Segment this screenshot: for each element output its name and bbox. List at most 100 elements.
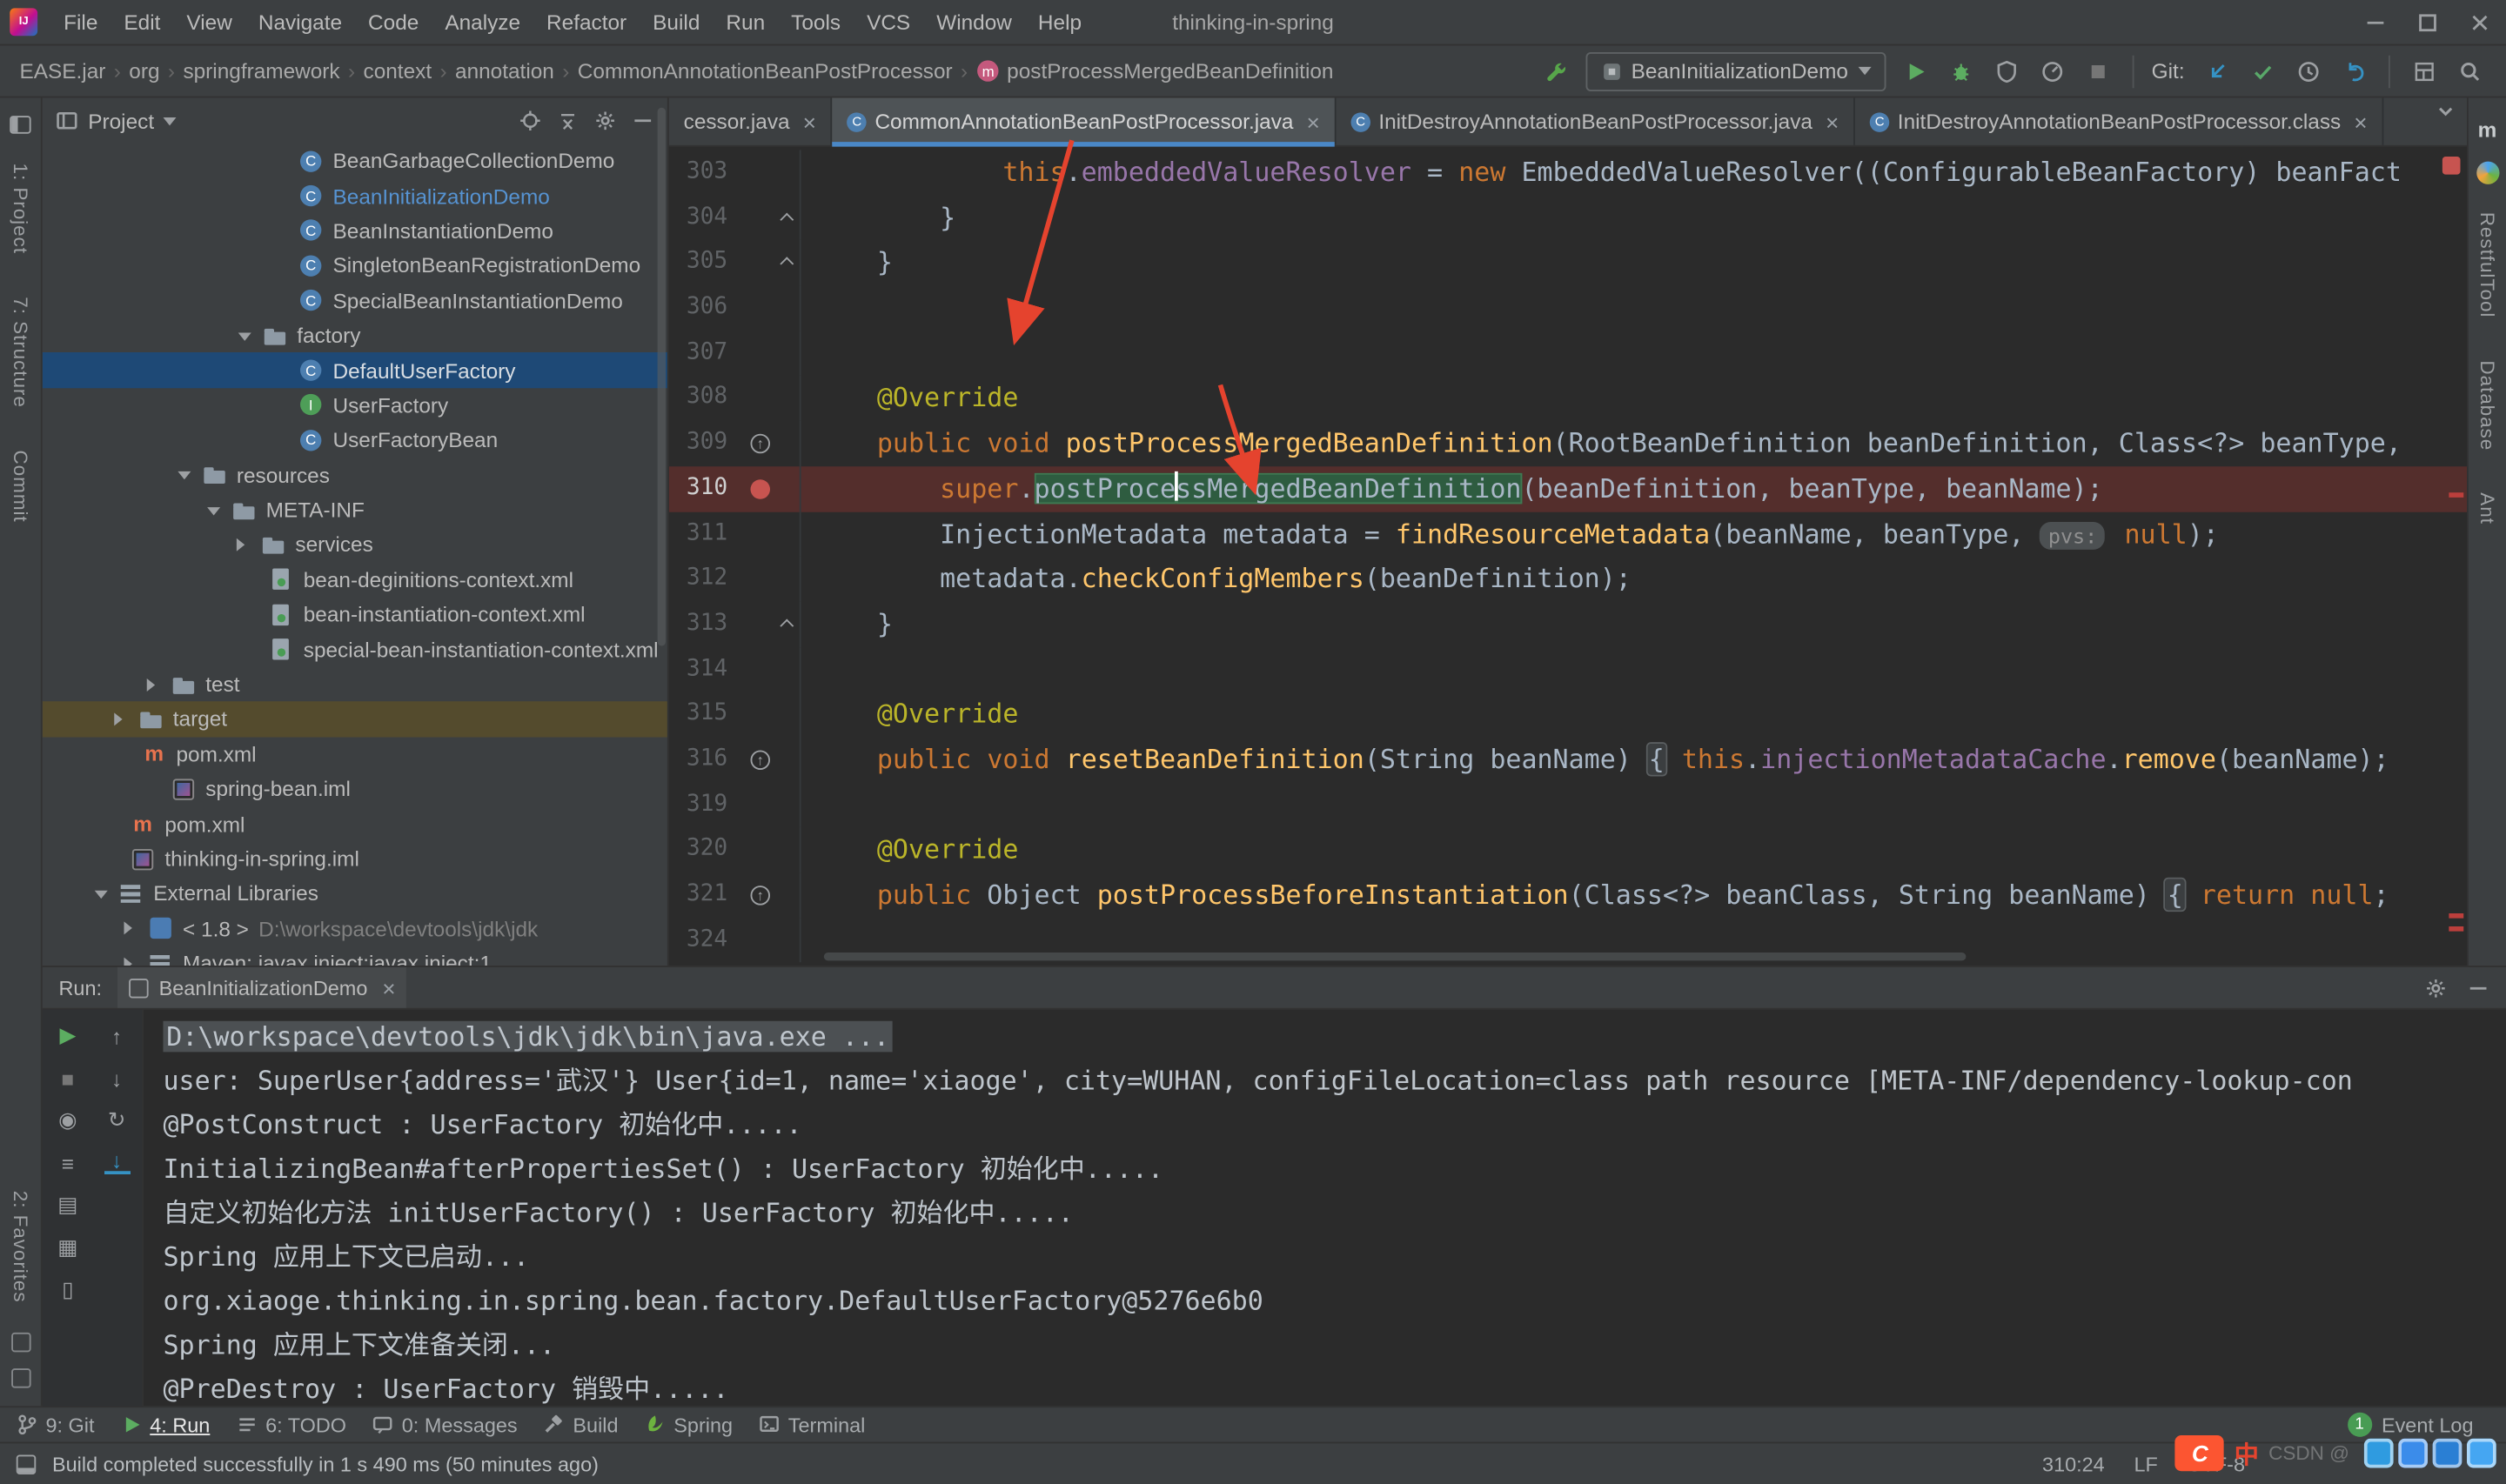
code-text[interactable] [801,647,2467,692]
code-line[interactable]: 319 [669,782,2467,827]
stripe-button-maven[interactable]: m [2478,117,2497,142]
code-line[interactable]: 304 } [669,195,2467,240]
tree-item[interactable]: CSpecialBeanInstantiationDemo [43,283,667,318]
toolwindow-tab-build[interactable]: Build [544,1414,619,1436]
tree-item[interactable]: Maven: javax.inject:javax.inject:1 [43,946,667,966]
override-icon[interactable]: ↑ [751,434,771,454]
breadcrumb-item[interactable]: CommonAnnotationBeanPostProcessor [574,59,955,84]
code-text[interactable] [801,782,2467,827]
settings-button[interactable]: ≡ [55,1150,81,1176]
stripe-button-7-structure[interactable]: 7: Structure [9,297,31,408]
code-line[interactable]: 306 [669,285,2467,331]
layout-button[interactable] [2405,51,2444,90]
horizontal-scrollbar[interactable] [824,953,1967,960]
gutter[interactable]: ↑ [744,737,777,782]
code-line[interactable]: 310 super.postProcessMergedBeanDefinitio… [669,466,2467,511]
code-editor[interactable]: 303 this.embeddedValueResolver = new Emb… [669,147,2467,966]
code-text[interactable]: metadata.checkConfigMembers(beanDefiniti… [801,557,2467,602]
code-line[interactable]: 312 metadata.checkConfigMembers(beanDefi… [669,557,2467,602]
breadcrumb-item[interactable]: annotation [452,59,557,84]
override-icon[interactable]: ↑ [751,886,771,906]
tree-item[interactable]: CBeanInstantiationDemo [43,213,667,248]
clear-button[interactable]: ▯ [55,1277,81,1303]
line-ending-widget[interactable]: LF [2134,1453,2157,1475]
breadcrumb-item[interactable]: org [126,59,164,84]
code-text[interactable]: this.embeddedValueResolver = new Embedde… [801,150,2467,196]
down-button[interactable]: ↓ [104,1065,130,1091]
code-line[interactable]: 308 @Override [669,376,2467,421]
code-text[interactable]: public void postProcessMergedBeanDefinit… [801,421,2467,466]
error-indicator-icon[interactable] [2442,157,2461,175]
code-text[interactable]: public Object postProcessBeforeInstantia… [801,872,2467,918]
run-button[interactable] [1895,51,1934,90]
code-text[interactable]: } [801,240,2467,285]
code-text[interactable]: @Override [801,376,2467,421]
code-text[interactable]: } [801,195,2467,240]
status-message[interactable]: Build completed successfully in 1 s 490 … [52,1453,599,1475]
toolwindow-tab-terminal[interactable]: Terminal [759,1414,865,1436]
menu-item-help[interactable]: Help [1025,0,1095,44]
code-line[interactable]: 305 } [669,240,2467,285]
tree-item[interactable]: CUserFactoryBean [43,423,667,458]
code-text[interactable]: @Override [801,692,2467,737]
rerun-button[interactable]: ▶ [55,1023,81,1049]
code-text[interactable]: } [801,602,2467,647]
tree-item[interactable]: special-bean-instantiation-context.xml [43,632,667,667]
code-line[interactable]: 320 @Override [669,827,2467,872]
refresh-button[interactable]: ↻ [104,1107,130,1133]
code-line[interactable]: 313 } [669,602,2467,647]
fold-icon[interactable] [780,257,794,271]
update-button[interactable] [2198,51,2237,90]
tree-item[interactable]: CSingletonBeanRegistrationDemo [43,248,667,283]
tree-item[interactable]: thinking-in-spring.iml [43,841,667,876]
close-icon[interactable]: × [2354,109,2367,135]
menu-item-window[interactable]: Window [923,0,1025,44]
code-line[interactable]: 321↑ public Object postProcessBeforeInst… [669,872,2467,918]
code-line[interactable]: 303 this.embeddedValueResolver = new Emb… [669,150,2467,196]
menu-item-file[interactable]: File [50,0,111,44]
favorites-icon[interactable] [10,1333,30,1353]
menu-item-refactor[interactable]: Refactor [533,0,640,44]
breadcrumb-item[interactable]: springframework [180,59,344,84]
error-stripe-mark[interactable] [2449,926,2463,932]
tree-item[interactable]: bean-deginitions-context.xml [43,562,667,597]
tool-window-toggle-icon[interactable] [17,1454,37,1474]
menu-item-code[interactable]: Code [355,0,432,44]
history-button[interactable] [2289,51,2328,90]
stripe-button-database[interactable]: Database [2476,360,2498,451]
restfultool-icon[interactable] [2476,162,2498,184]
coverage-button[interactable] [1987,51,2026,90]
locate-file-button[interactable] [519,110,541,132]
expand-icon[interactable] [114,712,122,725]
toolwindow-tab-9-git[interactable]: 9: Git [17,1414,95,1436]
tree-item[interactable]: < 1.8 >D:\workspace\devtools\jdk\jdk [43,911,667,946]
collapse-icon[interactable] [238,332,251,340]
code-text[interactable]: @Override [801,827,2467,872]
scroll-end-button[interactable]: ↓ [104,1150,130,1174]
project-tree-scrollbar[interactable] [658,108,666,646]
tree-item[interactable]: bean-instantiation-context.xml [43,597,667,632]
toolwindow-tab-6-todo[interactable]: 6: TODO [236,1414,346,1436]
tree-item[interactable]: test [43,667,667,702]
menu-item-tools[interactable]: Tools [778,0,854,44]
code-text[interactable]: super.postProcessMergedBeanDefinition(be… [801,466,2467,511]
gutter[interactable]: ↑ [744,872,777,918]
gutter[interactable] [744,466,777,511]
gear-icon[interactable] [2424,976,2447,999]
build-project-button[interactable] [1537,51,1576,90]
commit-button[interactable] [2243,51,2282,90]
code-line[interactable]: 315 @Override [669,692,2467,737]
editor-tab[interactable]: cessor.java× [669,98,833,145]
code-line[interactable]: 314 [669,647,2467,692]
tree-item[interactable]: CBeanGarbageCollectionDemo [43,144,667,178]
close-icon[interactable]: × [1306,109,1319,135]
tree-item[interactable]: spring-bean.iml [43,772,667,806]
collapse-icon[interactable] [207,506,220,514]
tree-item[interactable]: CBeanInitializationDemo [43,178,667,213]
editor-tab[interactable]: CInitDestroyAnnotationBeanPostProcessor.… [1337,98,1855,145]
tree-item[interactable]: mpom.xml [43,737,667,772]
rollback-button[interactable] [2335,51,2374,90]
fold-icon[interactable] [780,618,794,632]
menu-item-edit[interactable]: Edit [111,0,173,44]
tree-item[interactable]: META-INF [43,492,667,527]
